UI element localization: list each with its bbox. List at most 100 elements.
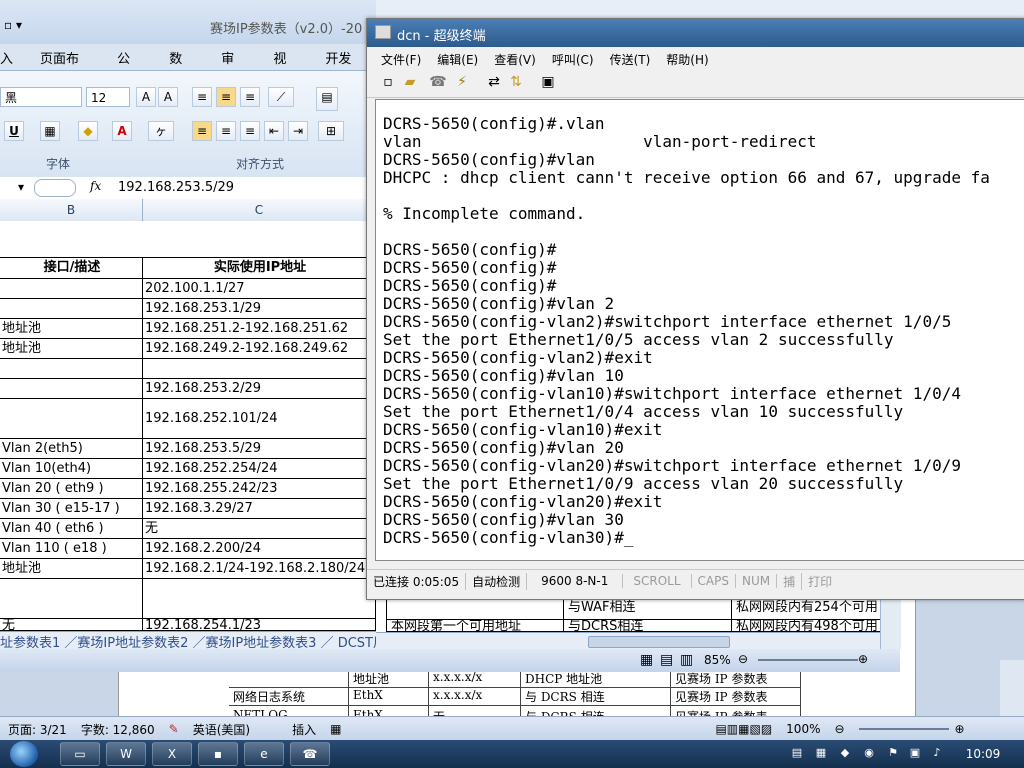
horizontal-scrollbar[interactable] [376, 632, 880, 650]
table-cell[interactable] [143, 579, 376, 619]
table-cell[interactable]: 192.168.3.29/27 [143, 499, 376, 519]
name-box-dropdown-icon[interactable]: ▾ [18, 180, 24, 194]
receive-icon[interactable]: ⇅ [507, 73, 525, 91]
tray-film-icon[interactable]: ▤ [790, 746, 804, 760]
table-cell[interactable]: 192.168.251.2-192.168.251.62 [143, 319, 376, 339]
menu-edit[interactable]: 编辑(E) [429, 47, 486, 69]
call-icon[interactable]: ☎ [429, 73, 447, 91]
tray-shield-icon[interactable]: ◆ [838, 746, 852, 760]
table-cell[interactable] [0, 359, 143, 379]
table-cell[interactable]: Vlan 10(eth4) [0, 459, 143, 479]
table-cell[interactable]: 无 [0, 619, 143, 631]
open-icon[interactable]: ▰ [401, 73, 419, 91]
word-count[interactable]: 字数: 12,860 [81, 721, 155, 738]
clock[interactable]: 10:09 [958, 740, 1008, 768]
orientation-icon[interactable]: ⟋ [268, 87, 294, 107]
increase-indent-icon[interactable]: ⇥ [288, 121, 308, 141]
tab-formulas[interactable]: 公式 [103, 44, 155, 86]
excel-taskbar-icon[interactable]: X [152, 742, 192, 766]
align-middle-icon[interactable]: ≡ [216, 87, 236, 107]
tab-insert[interactable]: 入 [0, 44, 26, 70]
col-header-b[interactable]: B [0, 199, 143, 221]
table-cell[interactable] [143, 359, 376, 379]
table-cell[interactable]: 192.168.253.1/29 [143, 299, 376, 319]
tray-volume-icon[interactable]: ♪ [930, 746, 944, 760]
quick-access-icon[interactable]: ▫ ▾ [4, 18, 22, 32]
table-cell[interactable]: 地址池 [0, 559, 143, 579]
header-ip[interactable]: 实际使用IP地址 [143, 257, 376, 279]
table-cell[interactable]: Vlan 110 ( e18 ) [0, 539, 143, 559]
excel-vertical-scrollbar[interactable] [880, 598, 901, 649]
send-icon[interactable]: ⇄ [485, 73, 503, 91]
menu-help[interactable]: 帮助(H) [658, 47, 716, 69]
table-cell[interactable]: 192.168.253.2/29 [143, 379, 376, 399]
font-size-box[interactable]: 12 [86, 87, 130, 107]
table-cell[interactable]: 192.168.255.242/23 [143, 479, 376, 499]
table-cell[interactable]: 192.168.253.5/29 [143, 439, 376, 459]
tray-network-icon[interactable]: ▦ [814, 746, 828, 760]
table-cell[interactable]: 私网网段内有254个可用 [732, 598, 882, 620]
tab-review[interactable]: 审阅 [207, 44, 259, 86]
table-cell[interactable]: 地址池 [0, 319, 143, 339]
proofing-icon[interactable]: ✎ [169, 722, 179, 736]
tab-data[interactable]: 数据 [155, 44, 207, 86]
align-top-icon[interactable]: ≡ [192, 87, 212, 107]
zoom-out-icon[interactable]: ⊖ [834, 722, 844, 736]
table-cell[interactable]: 192.168.249.2-192.168.249.62 [143, 339, 376, 359]
language-indicator[interactable]: 英语(美国) [193, 721, 250, 738]
new-icon[interactable]: ▫ [379, 73, 397, 91]
excel-zoom-level[interactable]: 85% [704, 653, 731, 667]
sheet-tabs[interactable]: 址参数表1 ／赛场IP地址参数表2 ／赛场IP地址参数表3 ／ DCST用户登录… [0, 631, 376, 650]
font-color-icon[interactable]: A [112, 121, 132, 141]
zoom-in-icon[interactable]: ⊕ [955, 722, 965, 736]
shrink-font-icon[interactable]: A [158, 87, 178, 107]
menu-transfer[interactable]: 传送(T) [602, 47, 659, 69]
ie-taskbar-icon[interactable]: e [244, 742, 284, 766]
zoom-in-icon[interactable]: ⊕ [858, 652, 868, 666]
table-cell[interactable]: 202.100.1.1/27 [143, 279, 376, 299]
table-cell[interactable]: 192.168.254.1/23 [143, 619, 376, 631]
explorer-taskbar-icon[interactable]: ▭ [60, 742, 100, 766]
table-cell[interactable]: 无 [143, 519, 376, 539]
word-zoom-level[interactable]: 100% [786, 722, 820, 736]
formula-input[interactable]: 192.168.253.5/29 [118, 180, 234, 195]
align-right-icon[interactable]: ≡ [240, 121, 260, 141]
table-cell[interactable]: Vlan 40 ( eth6 ) [0, 519, 143, 539]
disconnect-icon[interactable]: ⚡ [453, 73, 471, 91]
decrease-indent-icon[interactable]: ⇤ [264, 121, 284, 141]
menu-view[interactable]: 查看(V) [486, 47, 544, 69]
macro-icon[interactable]: ▦ [330, 722, 341, 736]
table-cell[interactable]: 本网段第一个可用地址 [386, 620, 564, 632]
scroll-thumb[interactable] [588, 636, 730, 648]
table-cell[interactable]: 与WAF相连 [564, 598, 732, 620]
table-cell[interactable]: 192.168.252.254/24 [143, 459, 376, 479]
view-layout-icons[interactable]: ▤▥▦▧▨ [715, 722, 772, 736]
tray-flag-icon[interactable]: ⚑ [886, 746, 900, 760]
table-cell[interactable]: 192.168.2.1/24-192.168.2.180/24 [143, 559, 376, 579]
fill-color-icon[interactable]: ◆ [78, 121, 98, 141]
table-cell[interactable]: 私网网段内有498个可用 [732, 620, 882, 632]
tab-page-layout[interactable]: 页面布局 [26, 44, 103, 86]
table-cell[interactable] [0, 379, 143, 399]
tray-update-icon[interactable]: ◉ [862, 746, 876, 760]
properties-icon[interactable]: ▣ [539, 73, 557, 91]
table-cell[interactable]: Vlan 2(eth5) [0, 439, 143, 459]
table-cell[interactable]: 与DCRS相连 [564, 620, 732, 632]
header-interface[interactable]: 接口/描述 [0, 257, 143, 279]
table-cell[interactable]: Vlan 30 ( e15-17 ) [0, 499, 143, 519]
align-bottom-icon[interactable]: ≡ [240, 87, 260, 107]
page-indicator[interactable]: 页面: 3/21 [8, 721, 67, 738]
underline-icon[interactable]: U [4, 121, 24, 141]
table-cell[interactable] [0, 399, 143, 439]
zoom-slider[interactable] [858, 728, 949, 730]
cmd-taskbar-icon[interactable]: ▪ [198, 742, 238, 766]
font-name-box[interactable]: 黑 [0, 87, 82, 107]
view-pagebreak-icon[interactable]: ▥ [680, 652, 693, 668]
table-cell[interactable]: Vlan 20 ( eth9 ) [0, 479, 143, 499]
fx-icon[interactable]: fx [90, 179, 101, 193]
tab-view[interactable]: 视图 [259, 44, 311, 86]
wrap-text-icon[interactable]: ▤ [316, 87, 338, 111]
table-cell[interactable]: 192.168.252.101/24 [143, 399, 376, 439]
align-center-icon[interactable]: ≡ [216, 121, 236, 141]
table-cell[interactable] [386, 598, 564, 620]
